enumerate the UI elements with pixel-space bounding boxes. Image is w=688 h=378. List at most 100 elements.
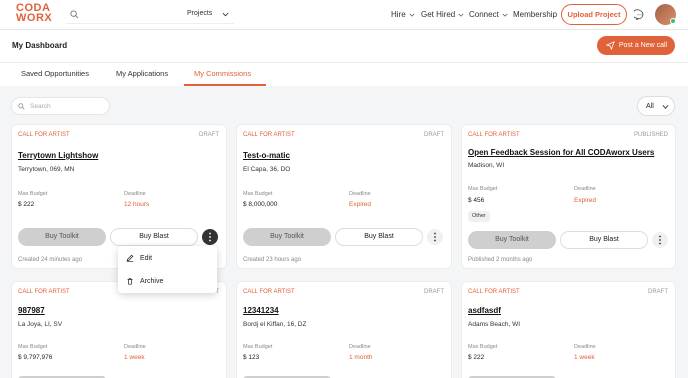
card-kind: CALL FOR ARTIST: [18, 289, 70, 295]
dashboard-header: My Dashboard Post a New call Saved Oppor…: [0, 30, 688, 86]
card-context-menu: Edit Archive: [118, 246, 217, 293]
card-kind: CALL FOR ARTIST: [468, 132, 520, 138]
chevron-down-icon[interactable]: [222, 11, 229, 18]
card-location: Bordj el Kiffan, 16, DZ: [243, 321, 307, 328]
status-filter-value: All: [646, 103, 654, 110]
card-location: Adams Beach, WI: [468, 321, 521, 328]
tab-my-commissions[interactable]: My Commissions: [194, 69, 251, 78]
deadline-value: 12 hours: [124, 201, 150, 208]
chevron-down-icon: [458, 13, 464, 17]
buy-blast-button[interactable]: Buy Blast: [335, 228, 423, 246]
nav-get-hired-label: Get Hired: [421, 10, 456, 19]
more-options-button[interactable]: [202, 229, 218, 245]
deadline-label: Deadline: [349, 191, 371, 197]
more-vertical-icon: [209, 232, 211, 242]
nav-membership[interactable]: Membership: [513, 10, 557, 19]
online-status-dot: [670, 18, 676, 24]
search-icon: [70, 10, 79, 19]
send-icon: [606, 41, 615, 50]
deadline-label: Deadline: [574, 344, 596, 350]
card-kind: CALL FOR ARTIST: [243, 132, 295, 138]
nav-membership-label: Membership: [513, 10, 558, 19]
more-options-button[interactable]: [427, 229, 443, 245]
max-budget-value: $ 222: [18, 201, 35, 208]
deadline-label: Deadline: [124, 191, 146, 197]
card-location: La Joya, LI, SV: [18, 321, 63, 328]
nav-hire-label: Hire: [391, 10, 406, 19]
search-scope-select[interactable]: Projects: [187, 10, 212, 17]
deadline-label: Deadline: [574, 186, 596, 192]
more-vertical-icon: [434, 232, 436, 242]
card-status: PUBLISHED: [633, 132, 668, 138]
page-title: My Dashboard: [12, 41, 68, 50]
commission-card: CALL FOR ARTIST DRAFT Test-o-matic El Ca…: [236, 124, 452, 269]
card-created: Created 24 minutes ago: [18, 257, 83, 263]
deadline-label: Deadline: [124, 344, 146, 350]
max-budget-label: Max Budget: [243, 191, 273, 197]
card-location: Madison, WI: [468, 162, 505, 169]
post-new-call-button[interactable]: Post a New call: [597, 36, 675, 55]
chat-icon[interactable]: [634, 9, 646, 21]
card-title[interactable]: Open Feedback Session for All CODAworx U…: [468, 148, 654, 157]
menu-item-archive[interactable]: Archive: [126, 277, 163, 285]
card-title[interactable]: Terrytown Lightshow: [18, 151, 98, 160]
card-created: Created 23 hours ago: [243, 257, 302, 263]
card-status: DRAFT: [648, 289, 668, 295]
card-kind: CALL FOR ARTIST: [243, 289, 295, 295]
card-title[interactable]: 12341234: [243, 306, 279, 315]
more-options-button[interactable]: [652, 232, 668, 248]
max-budget-label: Max Budget: [243, 344, 273, 350]
codaworx-logo[interactable]: CODA WORX: [16, 3, 58, 24]
chevron-down-icon: [502, 13, 508, 17]
category-tag: Other: [468, 211, 490, 222]
menu-item-edit-label: Edit: [140, 254, 153, 262]
card-status: DRAFT: [199, 132, 219, 138]
buy-blast-button[interactable]: Buy Blast: [110, 228, 198, 246]
max-budget-value: $ 456: [468, 197, 485, 204]
nav-connect[interactable]: Connect: [469, 10, 508, 19]
nav-hire[interactable]: Hire: [391, 10, 415, 19]
commissions-search-input[interactable]: Search: [11, 97, 110, 115]
buy-blast-button[interactable]: Buy Blast: [560, 231, 648, 249]
max-budget-label: Max Budget: [468, 344, 498, 350]
card-status: DRAFT: [424, 289, 444, 295]
max-budget-label: Max Budget: [18, 191, 48, 197]
search-placeholder: Search: [30, 103, 51, 110]
max-budget-label: Max Budget: [468, 186, 498, 192]
menu-item-edit[interactable]: Edit: [126, 254, 152, 262]
menu-item-archive-label: Archive: [140, 277, 164, 285]
logo-line-2: WORX: [16, 12, 53, 24]
pencil-icon: [126, 254, 134, 262]
commission-card: CALL FOR ARTIST DRAFT asdfasdf Adams Bea…: [461, 281, 676, 378]
card-title[interactable]: asdfasdf: [468, 306, 501, 315]
card-location: Terrytown, 069, MN: [18, 166, 75, 173]
buy-toolkit-button[interactable]: Buy Toolkit: [468, 231, 556, 249]
max-budget-value: $ 8,000,000: [243, 201, 278, 208]
card-created: Published 2 months ago: [468, 257, 533, 263]
nav-connect-label: Connect: [469, 10, 499, 19]
tabs-divider: [0, 62, 688, 63]
tab-saved-opportunities[interactable]: Saved Opportunities: [21, 69, 89, 78]
tab-my-applications[interactable]: My Applications: [116, 69, 168, 78]
more-vertical-icon: [659, 235, 661, 245]
deadline-value: Expired: [574, 197, 597, 204]
deadline-value: Expired: [349, 201, 372, 208]
global-search[interactable]: Projects: [66, 6, 234, 24]
upload-project-button[interactable]: Upload Project: [561, 4, 627, 25]
chevron-down-icon: [662, 104, 669, 109]
nav-get-hired[interactable]: Get Hired: [421, 10, 464, 19]
card-kind: CALL FOR ARTIST: [468, 289, 520, 295]
commission-card: CALL FOR ARTIST PUBLISHED Open Feedback …: [461, 124, 676, 269]
buy-toolkit-button[interactable]: Buy Toolkit: [18, 228, 106, 246]
status-filter-select[interactable]: All: [637, 96, 675, 116]
max-budget-label: Max Budget: [18, 344, 48, 350]
deadline-label: Deadline: [349, 344, 371, 350]
top-nav: CODA WORX Projects Hire Get Hired Connec…: [0, 0, 688, 30]
card-kind: CALL FOR ARTIST: [18, 132, 70, 138]
buy-toolkit-button[interactable]: Buy Toolkit: [243, 228, 331, 246]
deadline-value: 1 month: [349, 354, 373, 361]
card-title[interactable]: 987987: [18, 306, 45, 315]
max-budget-value: $ 222: [468, 354, 485, 361]
card-title[interactable]: Test-o-matic: [243, 151, 290, 160]
deadline-value: 1 week: [574, 354, 595, 361]
